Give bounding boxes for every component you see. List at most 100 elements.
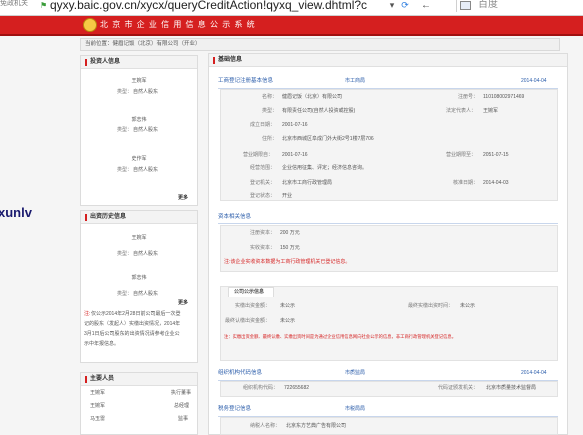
reg-no-label: 注册号： (458, 94, 479, 100)
refresh-icon[interactable]: ⟳ (399, 0, 411, 11)
member-role: 执行董事 (171, 390, 192, 396)
scope: 企业信用征集、评定；经济信息咨询。 (282, 165, 368, 171)
search-input[interactable]: 百度 (478, 0, 498, 11)
org-code: 722655682 (284, 385, 310, 391)
paid-amount: 未公示 (280, 303, 296, 309)
members-panel-title: 主要人员 (90, 376, 115, 382)
member-role: 监事 (178, 416, 189, 422)
org-issuer-label: 代码证颁发机关： (438, 385, 479, 391)
history-note-prefix: 注: (84, 311, 91, 317)
approval-label: 核准日期： (453, 180, 479, 186)
investor-type: 自然人股东 (133, 89, 159, 95)
main-header: 基础信息 (209, 54, 567, 67)
company-type-label: 类型： (262, 108, 278, 114)
authority: 北京市工商行政管理局 (282, 180, 333, 186)
investor-name[interactable]: 郭志伟 (80, 117, 198, 124)
history-note-line: 仅公示2014年2月28日前公司最后一次登 (91, 311, 181, 317)
reg-no: 110108002971469 (483, 94, 525, 100)
watermark-text: xunlv (0, 205, 32, 220)
org-code-label: 组织机构代码： (243, 385, 279, 391)
registration-date: 2014-04-04 (521, 78, 547, 84)
history-name[interactable]: 郭志伟 (80, 275, 198, 282)
org-code-section-title[interactable]: 组织机构代码信息 (218, 369, 262, 378)
member-name[interactable]: 王婉军 (90, 403, 105, 410)
legal-rep: 王婉军 (483, 108, 499, 114)
registration-section-title[interactable]: 工商登记注册基本信息 (218, 77, 273, 86)
investors-panel-header: 投资人信息 (81, 56, 197, 69)
history-type: 自然人股东 (133, 251, 159, 257)
browser-tab-title[interactable]: 免政机关 (0, 0, 28, 7)
history-panel-header: 出资历史信息 (81, 211, 197, 224)
public-info-note: 注：实缴出资金额、最终认缴、实缴出资时间是为通过企业信用信息网向社会公示的信息，… (224, 334, 457, 339)
public-info-box (220, 286, 558, 361)
paid-date: 未公示 (460, 303, 476, 309)
history-note-line: 示中年报信息。 (84, 341, 120, 347)
history-type-label: 类型： (117, 291, 133, 297)
shield-icon: ⚑ (40, 1, 48, 10)
paid-date-label: 最终实缴出资时间： (408, 303, 454, 309)
history-note-line: 记的股东（发起人）实缴出资情况，2014年 (84, 321, 181, 327)
authority-label: 登记机关： (250, 180, 276, 186)
panel-marker (85, 59, 87, 66)
section-rule (218, 223, 558, 224)
address-label: 住所： (262, 136, 278, 142)
paid-capital-label: 实收资本： (250, 245, 276, 251)
term-to: 2051-07-15 (483, 152, 509, 158)
term-from: 2001-07-16 (282, 152, 308, 158)
org-code-agency[interactable]: 市质监局 (345, 370, 365, 377)
company-type: 有限责任公司(自然人投资或控股) (282, 108, 356, 114)
back-arrow-icon[interactable]: ← (420, 0, 432, 11)
tax-section-title[interactable]: 税务登记信息 (218, 405, 251, 414)
dropdown-icon[interactable]: ▾ (387, 0, 397, 10)
est-date: 2001-07-16 (282, 122, 308, 128)
company-name-label: 名称： (262, 94, 278, 100)
main-title: 基础信息 (218, 57, 243, 63)
history-type: 自然人股东 (133, 291, 159, 297)
site-title: 北 京 市 企 业 信 用 信 息 公 示 系 统 (100, 20, 256, 29)
org-issuer: 北京市质量技术监督局 (486, 385, 537, 391)
panel-marker (213, 57, 215, 64)
capital-note: 注:该企业实收资本数据为工商行政管理机关已登记信息。 (224, 259, 351, 265)
status-label: 登记状态： (250, 193, 276, 199)
investor-type: 自然人股东 (133, 127, 159, 133)
investor-type-label: 类型： (117, 167, 133, 173)
emblem-icon (83, 18, 97, 32)
history-panel-title: 出资历史信息 (90, 214, 127, 220)
member-role: 总经理 (174, 403, 190, 409)
registered-capital-label: 注册资本： (250, 230, 276, 236)
panel-marker (85, 376, 87, 383)
address: 北京市西城区阜成门外大街2号1楼7层706 (282, 136, 374, 142)
taxpayer-label: 纳税人名称： (250, 423, 281, 429)
member-name[interactable]: 马玉雷 (90, 416, 105, 423)
registered-capital: 200 万元 (280, 230, 300, 236)
investors-panel-title: 投资人信息 (90, 59, 121, 65)
approval-date: 2014-04-03 (483, 180, 509, 186)
tax-agency[interactable]: 市税局局 (345, 406, 365, 413)
member-name[interactable]: 王婉军 (90, 390, 105, 397)
term-to-label: 营业期限至： (446, 152, 477, 158)
scope-label: 经营范围： (250, 165, 276, 171)
search-engine-icon[interactable] (460, 1, 471, 10)
investors-more-link[interactable]: 更多 (178, 195, 188, 202)
address-bar-url[interactable]: qyxy.baic.gov.cn/xycx/queryCreditAction!… (50, 0, 367, 11)
sub-amount: 未公示 (280, 318, 296, 324)
history-more-link[interactable]: 更多 (178, 300, 188, 307)
investor-name[interactable]: 史作军 (80, 156, 198, 163)
paid-amount-label: 实缴出资金额： (235, 303, 271, 309)
investor-name[interactable]: 王婉军 (80, 78, 198, 85)
history-name[interactable]: 王婉军 (80, 235, 198, 242)
panel-marker (85, 214, 87, 221)
tab-public-info-label[interactable]: 公司公示信息 (234, 289, 264, 296)
registration-agency[interactable]: 市工商局 (345, 78, 365, 85)
capital-section-title[interactable]: 资本相关信息 (218, 213, 251, 222)
investor-type-label: 类型： (117, 127, 133, 133)
members-panel-header: 主要人员 (81, 373, 197, 386)
investor-type-label: 类型： (117, 89, 133, 95)
search-box[interactable] (456, 0, 583, 12)
paid-capital: 150 万元 (280, 245, 300, 251)
investor-type: 自然人股东 (133, 167, 159, 173)
est-date-label: 成立日期： (250, 122, 276, 128)
org-code-date: 2014-04-04 (521, 370, 547, 376)
status-value: 开业 (282, 193, 293, 199)
breadcrumb: 当前位置：健眉记饭（北京）有限公司（开业） (85, 41, 201, 47)
